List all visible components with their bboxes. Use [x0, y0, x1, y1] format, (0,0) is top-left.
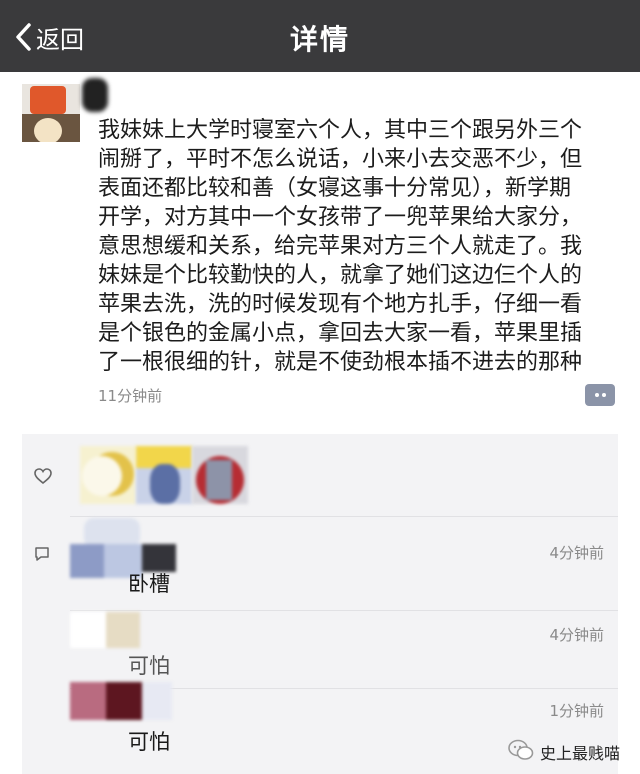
- comment-time: 4分钟前: [549, 544, 604, 562]
- nav-bar: 返回 详情: [0, 0, 640, 72]
- wechat-icon: [508, 739, 534, 765]
- commenter-avatar[interactable]: [70, 682, 176, 720]
- post-text: 我妹妹上大学时寝室六个人，其中三个跟另外三个 闹掰了，平时不怎么说话，小来小去交…: [98, 116, 618, 377]
- liker-avatar[interactable]: [192, 446, 248, 504]
- comment-text: 卧槽: [128, 572, 170, 596]
- post-timestamp: 11分钟前: [98, 387, 163, 405]
- comment-item[interactable]: 卧槽 4分钟前: [70, 512, 618, 612]
- liker-avatar[interactable]: [80, 446, 136, 504]
- heart-icon: [34, 468, 52, 488]
- page-title: 详情: [289, 23, 350, 56]
- post-text-line: 我妹妹上大学时寝室六个人，其中三个跟另外三个: [98, 118, 583, 143]
- comment-icon: [34, 546, 50, 566]
- comment-bubble-icon[interactable]: [585, 384, 615, 406]
- post-text-line: 妹妹是个比较勤快的人，就拿了她们这边仨个人的: [98, 263, 583, 288]
- post-text-line: 了一根很细的针，就是不使劲根本插不进去的那种: [98, 350, 583, 375]
- post-text-line: 苹果去洗，洗的时候发现有个地方扎手，仔细一看: [98, 292, 583, 317]
- watermark: 史上最贱喵: [508, 738, 620, 766]
- post-text-line: 闹掰了，平时不怎么说话，小来小去交恶不少，但: [98, 147, 583, 172]
- liker-avatar[interactable]: [136, 446, 192, 504]
- comment-text: 可怕: [128, 730, 170, 754]
- interaction-panel: 卧槽 4分钟前 可怕 4分钟前 可怕 1分钟前: [22, 434, 618, 774]
- commenter-avatar[interactable]: [70, 612, 176, 650]
- author-avatar[interactable]: [22, 84, 80, 142]
- post-text-line: 开学，对方其中一个女孩带了一兜苹果给大家分，: [98, 205, 583, 230]
- watermark-text: 史上最贱喵: [540, 744, 621, 763]
- post-text-line: 表面还都比较和善（女寝这事十分常见），新学期: [98, 176, 572, 201]
- comment-time: 4分钟前: [549, 626, 604, 644]
- post-text-line: 意思想缓和关系，给完苹果对方三个人就走了。我: [98, 234, 583, 259]
- author-name-redacted[interactable]: [82, 78, 108, 112]
- comment-time: 1分钟前: [549, 702, 604, 720]
- post-text-line: 是个银色的金属小点，拿回去大家一看，苹果里插: [98, 321, 583, 346]
- comment-item[interactable]: 可怕 4分钟前: [70, 610, 618, 688]
- comment-text: 可怕: [128, 654, 170, 678]
